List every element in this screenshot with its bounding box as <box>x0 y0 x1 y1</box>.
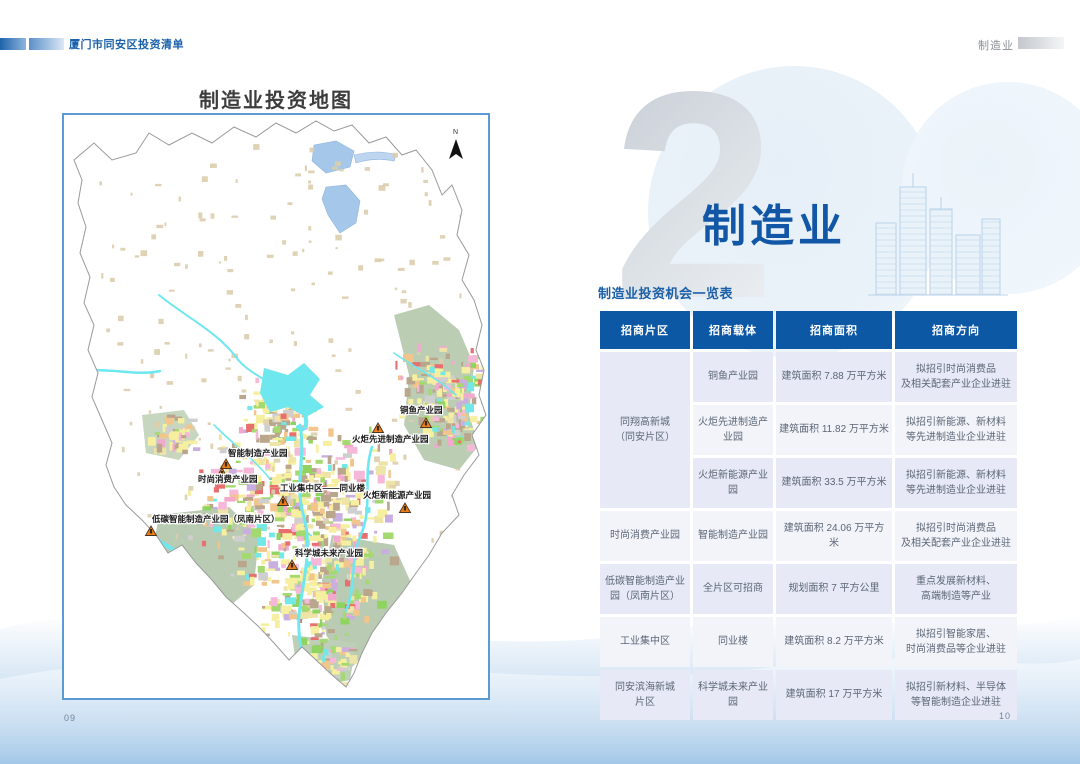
cell-area: 时尚消费产业园 <box>600 511 690 561</box>
cell-size: 建筑面积 11.82 万平方米 <box>776 405 892 455</box>
table-title: 制造业投资机会一览表 <box>598 283 733 302</box>
header-accent-block-light <box>29 38 64 50</box>
cell-carrier: 全片区可招商 <box>693 564 773 614</box>
cell-area: 工业集中区 <box>600 617 690 667</box>
cell-direction: 拟招引新能源、新材料 等先进制造业企业进驻 <box>895 458 1017 508</box>
table-row: 工业集中区 同业楼 建筑面积 8.2 万平方米 拟招引智能家居、 时尚消费品等企… <box>600 617 1017 667</box>
cell-area: 同安滨海新城 片区 <box>600 670 690 720</box>
cell-direction: 拟招引时尚消费品 及相关配套产业企业进驻 <box>895 352 1017 402</box>
cell-direction: 拟招引时尚消费品 及相关配套产业企业进驻 <box>895 511 1017 561</box>
investment-map: N 铜鱼产业园火炬先进制造产业园智能制造产业园时尚消费产业园工业集中区——同业楼… <box>62 113 490 700</box>
header-section-label: 制造业 <box>978 37 1014 53</box>
map-park-label: 科学城未来产业园 <box>295 548 363 558</box>
column-header-area: 招商片区 <box>600 311 690 349</box>
cell-area: 同翔高新城 （同安片区） <box>600 352 690 508</box>
table-row: 时尚消费产业园 智能制造产业园 建筑面积 24.06 万平方米 拟招引时尚消费品… <box>600 511 1017 561</box>
column-header-direction: 招商方向 <box>895 311 1017 349</box>
chapter-title: 制造业 <box>702 190 846 254</box>
cell-area: 低碳智能制造产业 园（凤南片区） <box>600 564 690 614</box>
cell-carrier: 科学城未来产业园 <box>693 670 773 720</box>
table-row: 同安滨海新城 片区 科学城未来产业园 建筑面积 17 万平方米 拟招引新材料、半… <box>600 670 1017 720</box>
map-park-label: 火炬先进制造产业园 <box>352 434 429 444</box>
header-accent-block-dark <box>0 38 26 50</box>
map-title: 制造业投资地图 <box>62 84 490 113</box>
document-page: 厦门市同安区投资清单 制造业 制造业投资地图 <box>0 0 1080 764</box>
svg-text:N: N <box>453 129 458 136</box>
cell-size: 建筑面积 33.5 万平方米 <box>776 458 892 508</box>
table-row: 同翔高新城 （同安片区） 铜鱼产业园 建筑面积 7.88 万平方米 拟招引时尚消… <box>600 352 1017 402</box>
cell-carrier: 火炬新能源产业园 <box>693 458 773 508</box>
map-park-label: 火炬新能源产业园 <box>363 490 431 500</box>
header-section-bar <box>1018 37 1064 49</box>
cell-direction: 拟招引智能家居、 时尚消费品等企业进驻 <box>895 617 1017 667</box>
table-row: 低碳智能制造产业 园（凤南片区） 全片区可招商 规划面积 7 平方公里 重点发展… <box>600 564 1017 614</box>
column-header-carrier: 招商载体 <box>693 311 773 349</box>
north-arrow: N <box>449 129 463 159</box>
cell-direction: 拟招引新能源、新材料 等先进制造业企业进驻 <box>895 405 1017 455</box>
cell-carrier: 同业楼 <box>693 617 773 667</box>
cell-size: 建筑面积 24.06 万平方米 <box>776 511 892 561</box>
cell-size: 建筑面积 8.2 万平方米 <box>776 617 892 667</box>
cell-direction: 重点发展新材料、 高端制造等产业 <box>895 564 1017 614</box>
page-number-right: 10 <box>999 711 1011 721</box>
column-header-size: 招商面积 <box>776 311 892 349</box>
map-park-label: 铜鱼产业园 <box>400 405 443 415</box>
map-park-label: 智能制造产业园 <box>227 448 288 458</box>
buildings-illustration <box>868 165 1008 297</box>
cell-carrier: 铜鱼产业园 <box>693 352 773 402</box>
map-park-label: 低碳智能制造产业园（凤南片区） <box>151 514 280 524</box>
cell-size: 规划面积 7 平方公里 <box>776 564 892 614</box>
cell-size: 建筑面积 7.88 万平方米 <box>776 352 892 402</box>
map-park-label: 工业集中区——同业楼 <box>280 483 366 493</box>
investment-table: 招商片区 招商载体 招商面积 招商方向 同翔高新城 （同安片区） 铜鱼产业园 建… <box>597 308 1020 723</box>
page-number-left: 09 <box>64 713 76 723</box>
header-brand: 厦门市同安区投资清单 <box>69 36 184 52</box>
cell-carrier: 火炬先进制造产业园 <box>693 405 773 455</box>
map-park-label: 时尚消费产业园 <box>198 474 258 484</box>
cell-size: 建筑面积 17 万平方米 <box>776 670 892 720</box>
cell-carrier: 智能制造产业园 <box>693 511 773 561</box>
